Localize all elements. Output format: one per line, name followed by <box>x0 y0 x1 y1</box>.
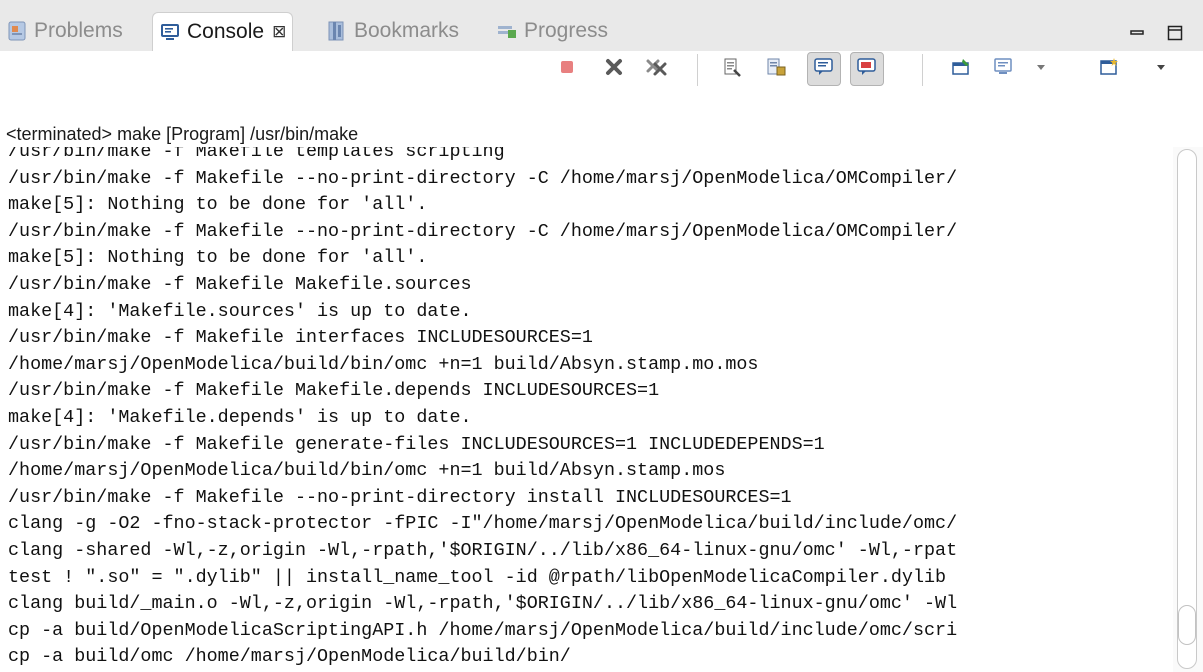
console-line: /home/marsj/OpenModelica/build/bin/omc +… <box>8 353 759 375</box>
display-console-button[interactable] <box>986 52 1020 86</box>
console-line: /usr/bin/make -f Makefile --no-print-dir… <box>8 486 792 508</box>
terminate-button[interactable] <box>550 52 584 86</box>
tab-label: Problems <box>34 19 123 42</box>
show-on-stdout-icon <box>813 56 835 83</box>
problems-icon <box>6 20 28 42</box>
console-line: make[4]: 'Makefile.sources' is up to dat… <box>8 300 472 322</box>
open-console-icon <box>1098 56 1120 83</box>
tab-label: Bookmarks <box>354 19 460 42</box>
tabs-row: Problems Console ⊠ Bookmarks Progress <box>0 10 1203 51</box>
toolbar-separator <box>697 54 698 86</box>
scroll-thumb[interactable] <box>1178 605 1196 645</box>
tab-label: Console <box>187 20 265 43</box>
console-line: /usr/bin/make -f Makefile --no-print-dir… <box>8 167 958 189</box>
tab-label: Progress <box>524 19 609 42</box>
console-line: /usr/bin/make -f Makefile generate-files… <box>8 433 825 455</box>
console-line: /usr/bin/make -f Makefile --no-print-dir… <box>8 220 958 242</box>
show-on-stderr-icon <box>856 56 878 83</box>
toolbar-separator <box>922 54 923 86</box>
chevron-down-icon <box>1155 60 1167 78</box>
console-icon <box>159 21 181 43</box>
console-status-label: <terminated> make [Program] /usr/bin/mak… <box>6 124 359 144</box>
show-on-stdout-button[interactable] <box>807 52 841 86</box>
open-console-dropdown-button[interactable] <box>1144 52 1178 86</box>
console-line: make[5]: Nothing to be done for 'all'. <box>8 194 428 216</box>
pin-console-button[interactable] <box>944 52 978 86</box>
console-text: /usr/bin/make -f Makefile templates scri… <box>8 147 957 671</box>
clear-console-button[interactable] <box>715 52 749 86</box>
scroll-track[interactable] <box>1177 149 1197 669</box>
remove-all-terminated-button[interactable] <box>640 52 674 86</box>
console-line: cp -a build/omc /home/marsj/OpenModelica… <box>8 646 571 668</box>
remove-launch-icon <box>603 56 625 83</box>
console-line: clang -g -O2 -fno-stack-protector -fPIC … <box>8 513 958 535</box>
vertical-scrollbar[interactable] <box>1173 147 1203 672</box>
console-line: /usr/bin/make -f Makefile interfaces INC… <box>8 327 593 349</box>
minimize-button[interactable] <box>1128 22 1146 48</box>
tab-console[interactable]: Console ⊠ <box>152 12 294 51</box>
console-line: make[4]: 'Makefile.depends' is up to dat… <box>8 406 472 428</box>
console-output[interactable]: /usr/bin/make -f Makefile templates scri… <box>0 147 1172 672</box>
console-line: /home/marsj/OpenModelica/build/bin/omc +… <box>8 460 726 482</box>
terminate-icon <box>558 58 576 81</box>
tab-progress[interactable]: Progress <box>496 12 608 50</box>
chevron-down-icon <box>1035 60 1047 78</box>
console-line: /usr/bin/make -f Makefile Makefile.depen… <box>8 380 660 402</box>
tab-bookmarks[interactable]: Bookmarks <box>326 12 459 50</box>
console-line: make[5]: Nothing to be done for 'all'. <box>8 247 428 269</box>
console-line: /usr/bin/make -f Makefile templates scri… <box>8 147 505 162</box>
pin-console-icon <box>950 56 972 83</box>
scroll-lock-icon <box>765 56 787 83</box>
show-on-stderr-button[interactable] <box>850 52 884 86</box>
progress-icon <box>496 20 518 42</box>
open-console-button[interactable] <box>1092 52 1126 86</box>
console-line: /usr/bin/make -f Makefile Makefile.sourc… <box>8 273 472 295</box>
remove-launch-button[interactable] <box>597 52 631 86</box>
console-line: clang -shared -Wl,-z,origin -Wl,-rpath,'… <box>8 539 958 561</box>
close-icon[interactable]: ⊠ <box>272 22 286 42</box>
bookmarks-icon <box>326 20 348 42</box>
console-line: clang build/_main.o -Wl,-z,origin -Wl,-r… <box>8 593 958 615</box>
console-line: cp -a build/OpenModelicaScriptingAPI.h /… <box>8 619 958 641</box>
scroll-lock-button[interactable] <box>759 52 793 86</box>
remove-all-terminated-icon <box>644 55 670 84</box>
display-console-icon <box>992 56 1014 83</box>
clear-console-icon <box>721 56 743 83</box>
tab-problems[interactable]: Problems <box>6 12 123 50</box>
console-line: test ! ".so" = ".dylib" || install_name_… <box>8 566 947 588</box>
maximize-button[interactable] <box>1166 22 1184 48</box>
console-dropdown-button[interactable] <box>1024 52 1058 86</box>
